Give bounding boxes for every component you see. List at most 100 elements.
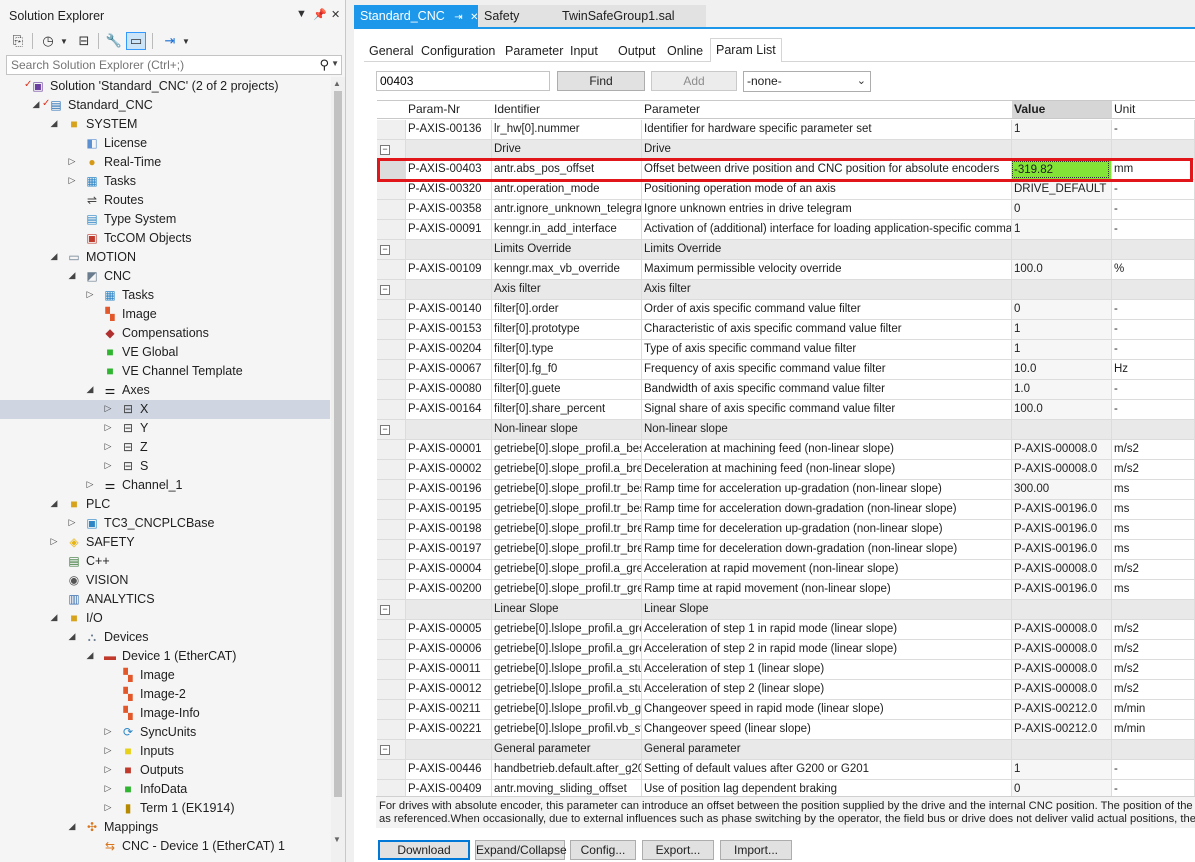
group-row[interactable]: − Axis filter Axis filter <box>377 280 1195 300</box>
tab-output[interactable]: Output <box>613 40 661 62</box>
row-selector[interactable] <box>377 700 406 720</box>
tree-scrollbar[interactable]: ▲ ▼ <box>331 77 345 862</box>
table-row[interactable]: P-AXIS-00080 filter[0].guete Bandwidth of … <box>377 380 1195 400</box>
table-row[interactable]: P-AXIS-00320 antr.operation_mode Positioni… <box>377 180 1195 200</box>
expanded-chevron-icon[interactable]: ◢ <box>66 821 78 832</box>
table-row[interactable]: P-AXIS-00006 getriebe[0].lslope_profil.a_… <box>377 640 1195 660</box>
tab-online[interactable]: Online <box>662 40 708 62</box>
tree-item[interactable]: ▷ ● Real-Time <box>0 153 330 172</box>
collapse-group-icon[interactable]: − <box>380 145 390 155</box>
tree-item[interactable]: ▷ ⚌ Channel_1 <box>0 476 330 495</box>
row-selector[interactable] <box>377 180 406 200</box>
table-row[interactable]: P-AXIS-00153 filter[0].prototype Character… <box>377 320 1195 340</box>
value-cell[interactable]: 1 <box>1012 340 1112 360</box>
value-cell[interactable]: P-AXIS-00196.0 <box>1012 540 1112 560</box>
preview-selected-icon[interactable]: ▭ <box>126 32 146 50</box>
table-row[interactable]: P-AXIS-00403 antr.abs_pos_offset Offset be… <box>377 160 1195 180</box>
tab-parameter[interactable]: Parameter <box>500 40 568 62</box>
expanded-chevron-icon[interactable]: ◢ <box>84 650 96 661</box>
value-cell[interactable] <box>1012 140 1112 160</box>
tree-item[interactable]: ◢ ■ I/O <box>0 609 330 628</box>
table-row[interactable]: P-AXIS-00136 lr_hw[0].nummer Identifier fo… <box>377 120 1195 140</box>
tree-item[interactable]: ✓ ▣ Solution 'Standard_CNC' (2 of 2 projec… <box>0 77 330 96</box>
table-row[interactable]: P-AXIS-00067 filter[0].fg_f0 Frequency of … <box>377 360 1195 380</box>
value-text[interactable]: P-AXIS-00008.0 <box>1014 623 1097 635</box>
value-text[interactable]: P-AXIS-00196.0 <box>1014 543 1097 555</box>
value-text[interactable]: -319.82 <box>1012 161 1109 178</box>
value-cell[interactable]: DRIVE_DEFAULT <box>1012 180 1112 200</box>
collapsed-chevron-icon[interactable]: ▷ <box>102 441 114 452</box>
tab-input[interactable]: Input <box>565 40 603 62</box>
tree-item[interactable]: ⇆ CNC - Device 1 (EtherCAT) 1 <box>0 837 330 856</box>
value-cell[interactable]: P-AXIS-00008.0 <box>1012 660 1112 680</box>
tree-item[interactable]: ▷ ▦ Tasks <box>0 286 330 305</box>
row-selector[interactable] <box>377 440 406 460</box>
group-row[interactable]: − Non-linear slope Non-linear slope <box>377 420 1195 440</box>
row-selector[interactable] <box>377 500 406 520</box>
value-cell[interactable] <box>1012 420 1112 440</box>
tree-item[interactable]: ▷ ▮ Term 1 (EK1914) <box>0 799 330 818</box>
scroll-down-icon[interactable]: ▼ <box>333 835 341 844</box>
value-cell[interactable]: 0 <box>1012 780 1112 796</box>
column-header-parameter[interactable]: Parameter <box>642 101 1012 119</box>
expanded-chevron-icon[interactable]: ◢ <box>48 612 60 623</box>
tree-item[interactable]: ◢ ■ PLC <box>0 495 330 514</box>
expanded-chevron-icon[interactable]: ◢ <box>66 270 78 281</box>
column-header-value[interactable]: Value <box>1012 101 1112 119</box>
row-selector[interactable]: − <box>377 140 406 160</box>
tree-item[interactable]: ▥ ANALYTICS <box>0 590 330 609</box>
table-row[interactable]: P-AXIS-00211 getriebe[0].lslope_profil.vb… <box>377 700 1195 720</box>
collapse-group-icon[interactable]: − <box>380 425 390 435</box>
column-header-param-nr[interactable]: Param-Nr <box>406 101 492 119</box>
tree-item[interactable]: ◢ ⚌ Axes <box>0 381 330 400</box>
tree-item[interactable]: ◢ ◩ CNC <box>0 267 330 286</box>
expanded-chevron-icon[interactable]: ◢ <box>30 99 42 110</box>
value-cell[interactable]: 300.00 <box>1012 480 1112 500</box>
window-position-icon[interactable]: ▼ <box>296 8 307 20</box>
value-text[interactable]: 1 <box>1014 123 1020 135</box>
collapse-group-icon[interactable]: − <box>380 605 390 615</box>
table-row[interactable]: P-AXIS-00200 getriebe[0].slope_profil.tr_… <box>377 580 1195 600</box>
chevron-down-icon[interactable]: ▼ <box>176 32 196 50</box>
row-selector[interactable] <box>377 640 406 660</box>
value-text[interactable]: P-AXIS-00196.0 <box>1014 523 1097 535</box>
expand-collapse-button[interactable]: Expand/Collapse <box>475 840 567 860</box>
expanded-chevron-icon[interactable]: ◢ <box>48 498 60 509</box>
tree-item[interactable]: ▣ TcCOM Objects <box>0 229 330 248</box>
value-text[interactable]: 100.0 <box>1014 403 1043 415</box>
value-cell[interactable]: P-AXIS-00008.0 <box>1012 620 1112 640</box>
tree-item[interactable]: ▚ Image <box>0 666 330 685</box>
tree-item[interactable]: ▷ ⊟ S <box>0 457 330 476</box>
table-row[interactable]: P-AXIS-00002 getriebe[0].slope_profil.a_b… <box>377 460 1195 480</box>
row-selector[interactable] <box>377 260 406 280</box>
collapsed-chevron-icon[interactable]: ▷ <box>102 802 114 813</box>
table-row[interactable]: P-AXIS-00011 getriebe[0].lslope_profil.a_… <box>377 660 1195 680</box>
tree-item[interactable]: ▷ ⊟ X <box>0 400 330 419</box>
table-row[interactable]: P-AXIS-00140 filter[0].order Order of axis… <box>377 300 1195 320</box>
tree-item[interactable]: ◢ ✣ Mappings <box>0 818 330 837</box>
tree-item[interactable]: ◢ ⛬ Devices <box>0 628 330 647</box>
close-icon[interactable]: ✕ <box>331 8 340 21</box>
row-selector[interactable] <box>377 200 406 220</box>
tree-item[interactable]: ◢ ■ SYSTEM <box>0 115 330 134</box>
expanded-chevron-icon[interactable]: ◢ <box>66 631 78 642</box>
tree-item[interactable]: ▷ ⟳ SyncUnits <box>0 723 330 742</box>
table-row[interactable]: P-AXIS-00012 getriebe[0].lslope_profil.a_… <box>377 680 1195 700</box>
tree-item[interactable]: ▷ ■ InfoData <box>0 780 330 799</box>
solution-search-input[interactable] <box>7 56 307 74</box>
collapsed-chevron-icon[interactable]: ▷ <box>102 726 114 737</box>
tree-item[interactable]: ▚ Image-Info <box>0 704 330 723</box>
tree-item[interactable]: ▚ Image <box>0 305 330 324</box>
row-selector[interactable] <box>377 120 406 140</box>
scrollbar-thumb[interactable] <box>334 91 342 797</box>
doc-tab-safety[interactable]: Safety <box>478 5 556 27</box>
expanded-chevron-icon[interactable]: ◢ <box>48 118 60 129</box>
table-row[interactable]: P-AXIS-00109 kenngr.max_vb_override Maximu… <box>377 260 1195 280</box>
row-selector[interactable] <box>377 720 406 740</box>
value-cell[interactable]: 10.0 <box>1012 360 1112 380</box>
value-text[interactable]: P-AXIS-00008.0 <box>1014 563 1097 575</box>
row-selector[interactable] <box>377 300 406 320</box>
solution-search-box[interactable]: ⚲ ▼ <box>6 55 342 75</box>
tree-item[interactable]: ▷ ▦ Tasks <box>0 172 330 191</box>
group-row[interactable]: − Drive Drive <box>377 140 1195 160</box>
